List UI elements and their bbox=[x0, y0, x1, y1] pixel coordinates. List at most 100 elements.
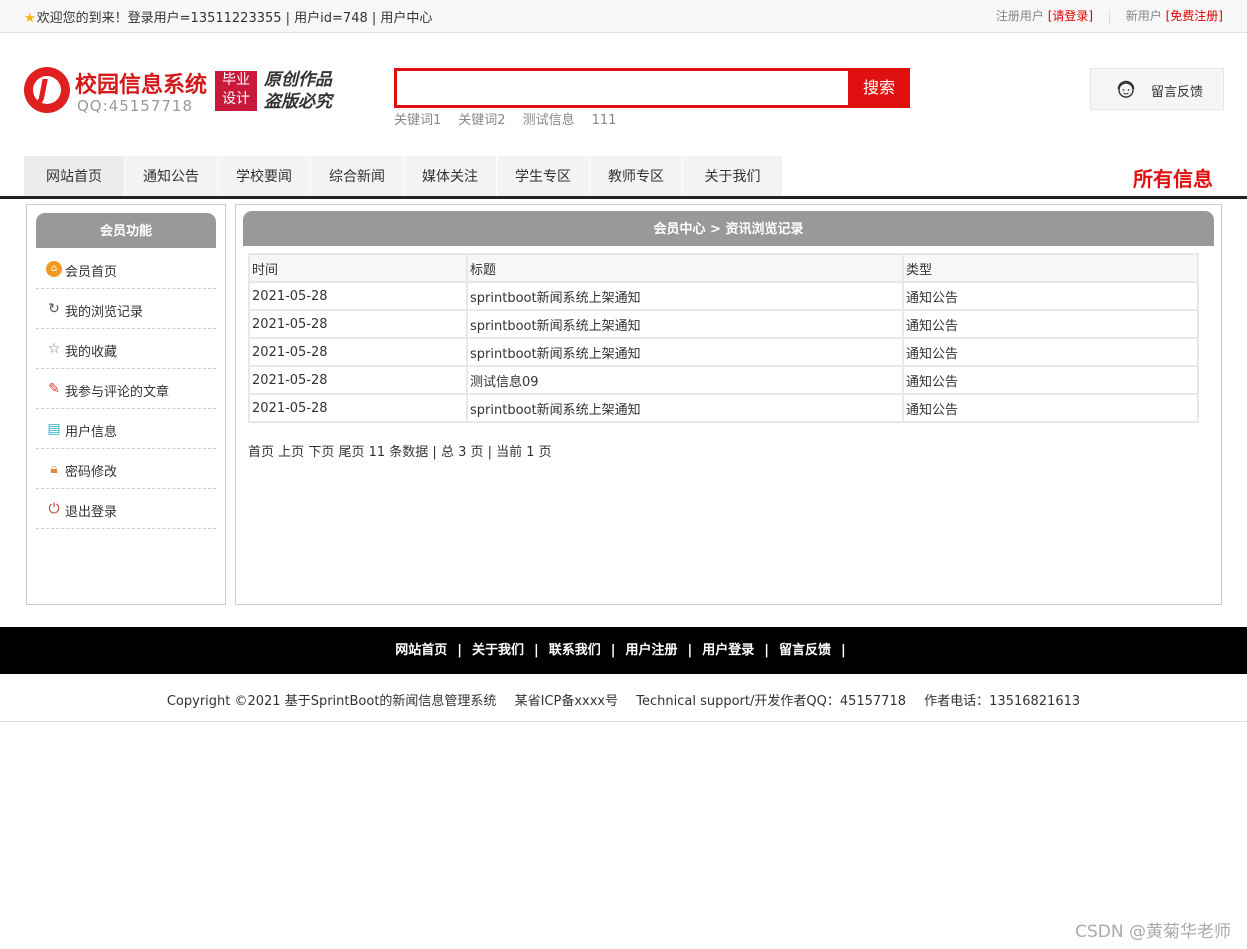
keyword-link[interactable]: 测试信息 bbox=[523, 113, 575, 128]
footer-link-about[interactable]: 关于我们 bbox=[472, 643, 524, 658]
sidebar-item-member-home[interactable]: ⌂ 会员首页 bbox=[36, 249, 216, 289]
page-title: 会员中心 > 资讯浏览记录 bbox=[243, 211, 1214, 246]
nav-item-teachers[interactable]: 教师专区 bbox=[590, 156, 683, 196]
nav-divider bbox=[0, 196, 1247, 199]
badge-line1: 毕业 bbox=[222, 72, 250, 88]
sidebar-item-change-password[interactable]: 🔒︎ 密码修改 bbox=[36, 449, 216, 489]
footer-link-feedback[interactable]: 留言反馈 bbox=[779, 643, 831, 658]
edit-icon: ✎ bbox=[48, 381, 60, 397]
footer-link-home[interactable]: 网站首页 bbox=[395, 643, 447, 658]
feedback-button[interactable]: 留言反馈 bbox=[1090, 68, 1224, 110]
slogan-line2: 盗版必究 bbox=[264, 92, 332, 112]
next-page-link[interactable]: 下页 bbox=[308, 445, 334, 460]
nav-item-home[interactable]: 网站首页 bbox=[24, 156, 125, 196]
star-icon: ★ bbox=[24, 11, 36, 26]
user-info-icon: ▤ bbox=[47, 421, 61, 437]
sidebar-item-browse-history[interactable]: ↻ 我的浏览记录 bbox=[36, 289, 216, 329]
cell-type: 通知公告 bbox=[904, 367, 1197, 393]
footer-link-login[interactable]: 用户登录 bbox=[702, 643, 754, 658]
welcome-bar: ★欢迎您的到来！登录用户=13511223355 | 用户id=748 | 用户… bbox=[24, 7, 432, 26]
logo-mark-icon: J bbox=[24, 67, 70, 113]
copyright: Copyright ©2021 基于SprintBoot的新闻信息管理系统 某省… bbox=[0, 690, 1247, 709]
footer-separator: | bbox=[687, 643, 693, 658]
sidebar-item-label: 我的收藏 bbox=[65, 345, 118, 360]
logo-qq: QQ:45157718 bbox=[77, 97, 194, 115]
footer-separator: | bbox=[841, 643, 846, 658]
cell-time: 2021-05-28 bbox=[250, 283, 466, 309]
customer-service-icon bbox=[1117, 80, 1135, 98]
all-info-link[interactable]: 所有信息 bbox=[1133, 163, 1213, 192]
copyright-text: Copyright ©2021 基于SprintBoot的新闻信息管理系统 bbox=[166, 694, 497, 709]
nav-item-about[interactable]: 关于我们 bbox=[683, 156, 783, 196]
register-link[interactable]: [免费注册] bbox=[1166, 9, 1223, 23]
cell-type: 通知公告 bbox=[904, 283, 1197, 309]
footer-nav: 网站首页 | 关于我们 | 联系我们 | 用户注册 | 用户登录 | 留言反馈 | bbox=[0, 627, 1247, 674]
logo-slogan: 原创作品 盗版必究 bbox=[264, 69, 332, 113]
footer-separator: | bbox=[610, 643, 616, 658]
cell-title[interactable]: sprintboot新闻系统上架通知 bbox=[468, 339, 902, 365]
support-text: Technical support/开发作者QQ：45157718 bbox=[636, 694, 907, 709]
sidebar-item-user-info[interactable]: ▤ 用户信息 bbox=[36, 409, 216, 449]
footer-divider bbox=[0, 721, 1247, 722]
cell-title[interactable]: sprintboot新闻系统上架通知 bbox=[468, 311, 902, 337]
sidebar-item-label: 我的浏览记录 bbox=[65, 305, 144, 320]
nav-item-general-news[interactable]: 综合新闻 bbox=[311, 156, 404, 196]
site-logo[interactable]: J 校园信息系统 QQ:45157718 毕业 设计 原创作品 盗版必究 bbox=[24, 67, 344, 117]
main-nav: 网站首页 通知公告 学校要闻 综合新闻 媒体关注 学生专区 教师专区 关于我们 bbox=[24, 156, 783, 196]
registered-user-label: 注册用户 bbox=[995, 9, 1044, 23]
sidebar-item-logout[interactable]: ⏻ 退出登录 bbox=[36, 489, 216, 529]
nav-item-school-news[interactable]: 学校要闻 bbox=[218, 156, 311, 196]
search-button[interactable]: 搜索 bbox=[848, 68, 910, 108]
cell-type: 通知公告 bbox=[904, 339, 1197, 365]
welcome-text[interactable]: 欢迎您的到来！登录用户=13511223355 | 用户id=748 | 用户中… bbox=[37, 11, 433, 26]
star-icon: ☆ bbox=[47, 341, 61, 357]
nav-item-media[interactable]: 媒体关注 bbox=[404, 156, 497, 196]
member-sidebar: 会员功能 ⌂ 会员首页 ↻ 我的浏览记录 ☆ 我的收藏 ✎ 我参与评论的文章 ▤… bbox=[26, 204, 226, 605]
prev-page-link[interactable]: 上页 bbox=[278, 445, 304, 460]
new-user-label: 新用户 bbox=[1125, 9, 1162, 23]
keyword-link[interactable]: 关键词1 bbox=[394, 113, 441, 128]
keyword-link[interactable]: 关键词2 bbox=[458, 113, 505, 128]
history-icon: ↻ bbox=[48, 301, 60, 317]
power-icon: ⏻ bbox=[48, 501, 60, 517]
login-link[interactable]: [请登录] bbox=[1048, 9, 1093, 23]
cell-time: 2021-05-28 bbox=[250, 395, 466, 421]
icp-text: 某省ICP备xxxx号 bbox=[514, 694, 619, 709]
sidebar-item-commented-articles[interactable]: ✎ 我参与评论的文章 bbox=[36, 369, 216, 409]
cell-time: 2021-05-28 bbox=[250, 311, 466, 337]
sidebar-item-label: 密码修改 bbox=[65, 465, 118, 480]
cell-title[interactable]: sprintboot新闻系统上架通知 bbox=[468, 283, 902, 309]
slogan-line1: 原创作品 bbox=[264, 70, 332, 90]
phone-text: 作者电话：13516821613 bbox=[924, 694, 1081, 709]
sidebar-title: 会员功能 bbox=[36, 213, 216, 248]
sidebar-item-favorites[interactable]: ☆ 我的收藏 bbox=[36, 329, 216, 369]
cell-title[interactable]: sprintboot新闻系统上架通知 bbox=[468, 395, 902, 421]
last-page-link[interactable]: 尾页 bbox=[338, 445, 364, 460]
lock-icon: 🔒︎ bbox=[50, 461, 58, 477]
footer-separator: | bbox=[764, 643, 770, 658]
cell-time: 2021-05-28 bbox=[250, 367, 466, 393]
history-table: 时间 标题 类型 2021-05-28 sprintboot新闻系统上架通知 通… bbox=[248, 253, 1199, 423]
sidebar-item-label: 退出登录 bbox=[65, 505, 118, 520]
nav-item-notices[interactable]: 通知公告 bbox=[125, 156, 218, 196]
cell-title[interactable]: 测试信息09 bbox=[468, 367, 902, 393]
top-bar: ★欢迎您的到来！登录用户=13511223355 | 用户id=748 | 用户… bbox=[0, 0, 1247, 33]
search-box: 搜索 bbox=[394, 68, 910, 108]
sidebar-item-label: 会员首页 bbox=[65, 265, 118, 280]
table-row: 2021-05-28 sprintboot新闻系统上架通知 通知公告 bbox=[250, 311, 1197, 337]
pagination: 首页 上页 下页 尾页 11 条数据 | 总 3 页 | 当前 1 页 bbox=[248, 441, 552, 460]
first-page-link[interactable]: 首页 bbox=[248, 445, 274, 460]
feedback-label: 留言反馈 bbox=[1151, 85, 1204, 100]
keyword-link[interactable]: 111 bbox=[592, 113, 617, 128]
table-row: 2021-05-28 sprintboot新闻系统上架通知 通知公告 bbox=[250, 339, 1197, 365]
column-header-title: 标题 bbox=[468, 255, 902, 281]
footer-link-contact[interactable]: 联系我们 bbox=[549, 643, 601, 658]
watermark: CSDN @黄菊华老师 bbox=[1075, 922, 1231, 942]
cell-time: 2021-05-28 bbox=[250, 339, 466, 365]
main-panel: 会员中心 > 资讯浏览记录 时间 标题 类型 2021-05-28 sprint… bbox=[235, 204, 1222, 605]
footer-separator: | bbox=[533, 643, 539, 658]
search-input[interactable] bbox=[397, 71, 847, 105]
footer-link-register[interactable]: 用户注册 bbox=[626, 643, 678, 658]
hot-keywords: 关键词1 关键词2 测试信息 111 bbox=[394, 109, 633, 128]
nav-item-students[interactable]: 学生专区 bbox=[497, 156, 590, 196]
